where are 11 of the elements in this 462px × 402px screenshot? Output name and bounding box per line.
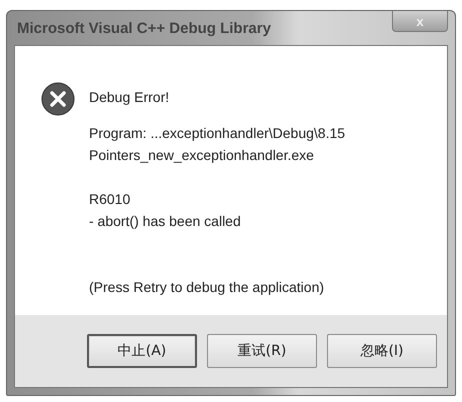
dialog-button[interactable]: 忽略(I) [327, 334, 437, 368]
message-line: (Press Retry to debug the application) [89, 278, 326, 297]
message-line: - abort() has been called [89, 212, 242, 231]
error-icon [41, 82, 75, 116]
message-line: Program: ...exceptionhandler\Debug\8.15 [89, 124, 346, 143]
window-title: Microsoft Visual C++ Debug Library [16, 20, 271, 36]
message-line: R6010 [89, 190, 132, 209]
error-heading: Debug Error! [89, 88, 170, 107]
dialog-button[interactable]: 中止(A) [87, 334, 197, 368]
message-line: Pointers_new_exceptionhandler.exe [89, 146, 315, 165]
dialog-button[interactable]: 重试(R) [207, 334, 317, 368]
